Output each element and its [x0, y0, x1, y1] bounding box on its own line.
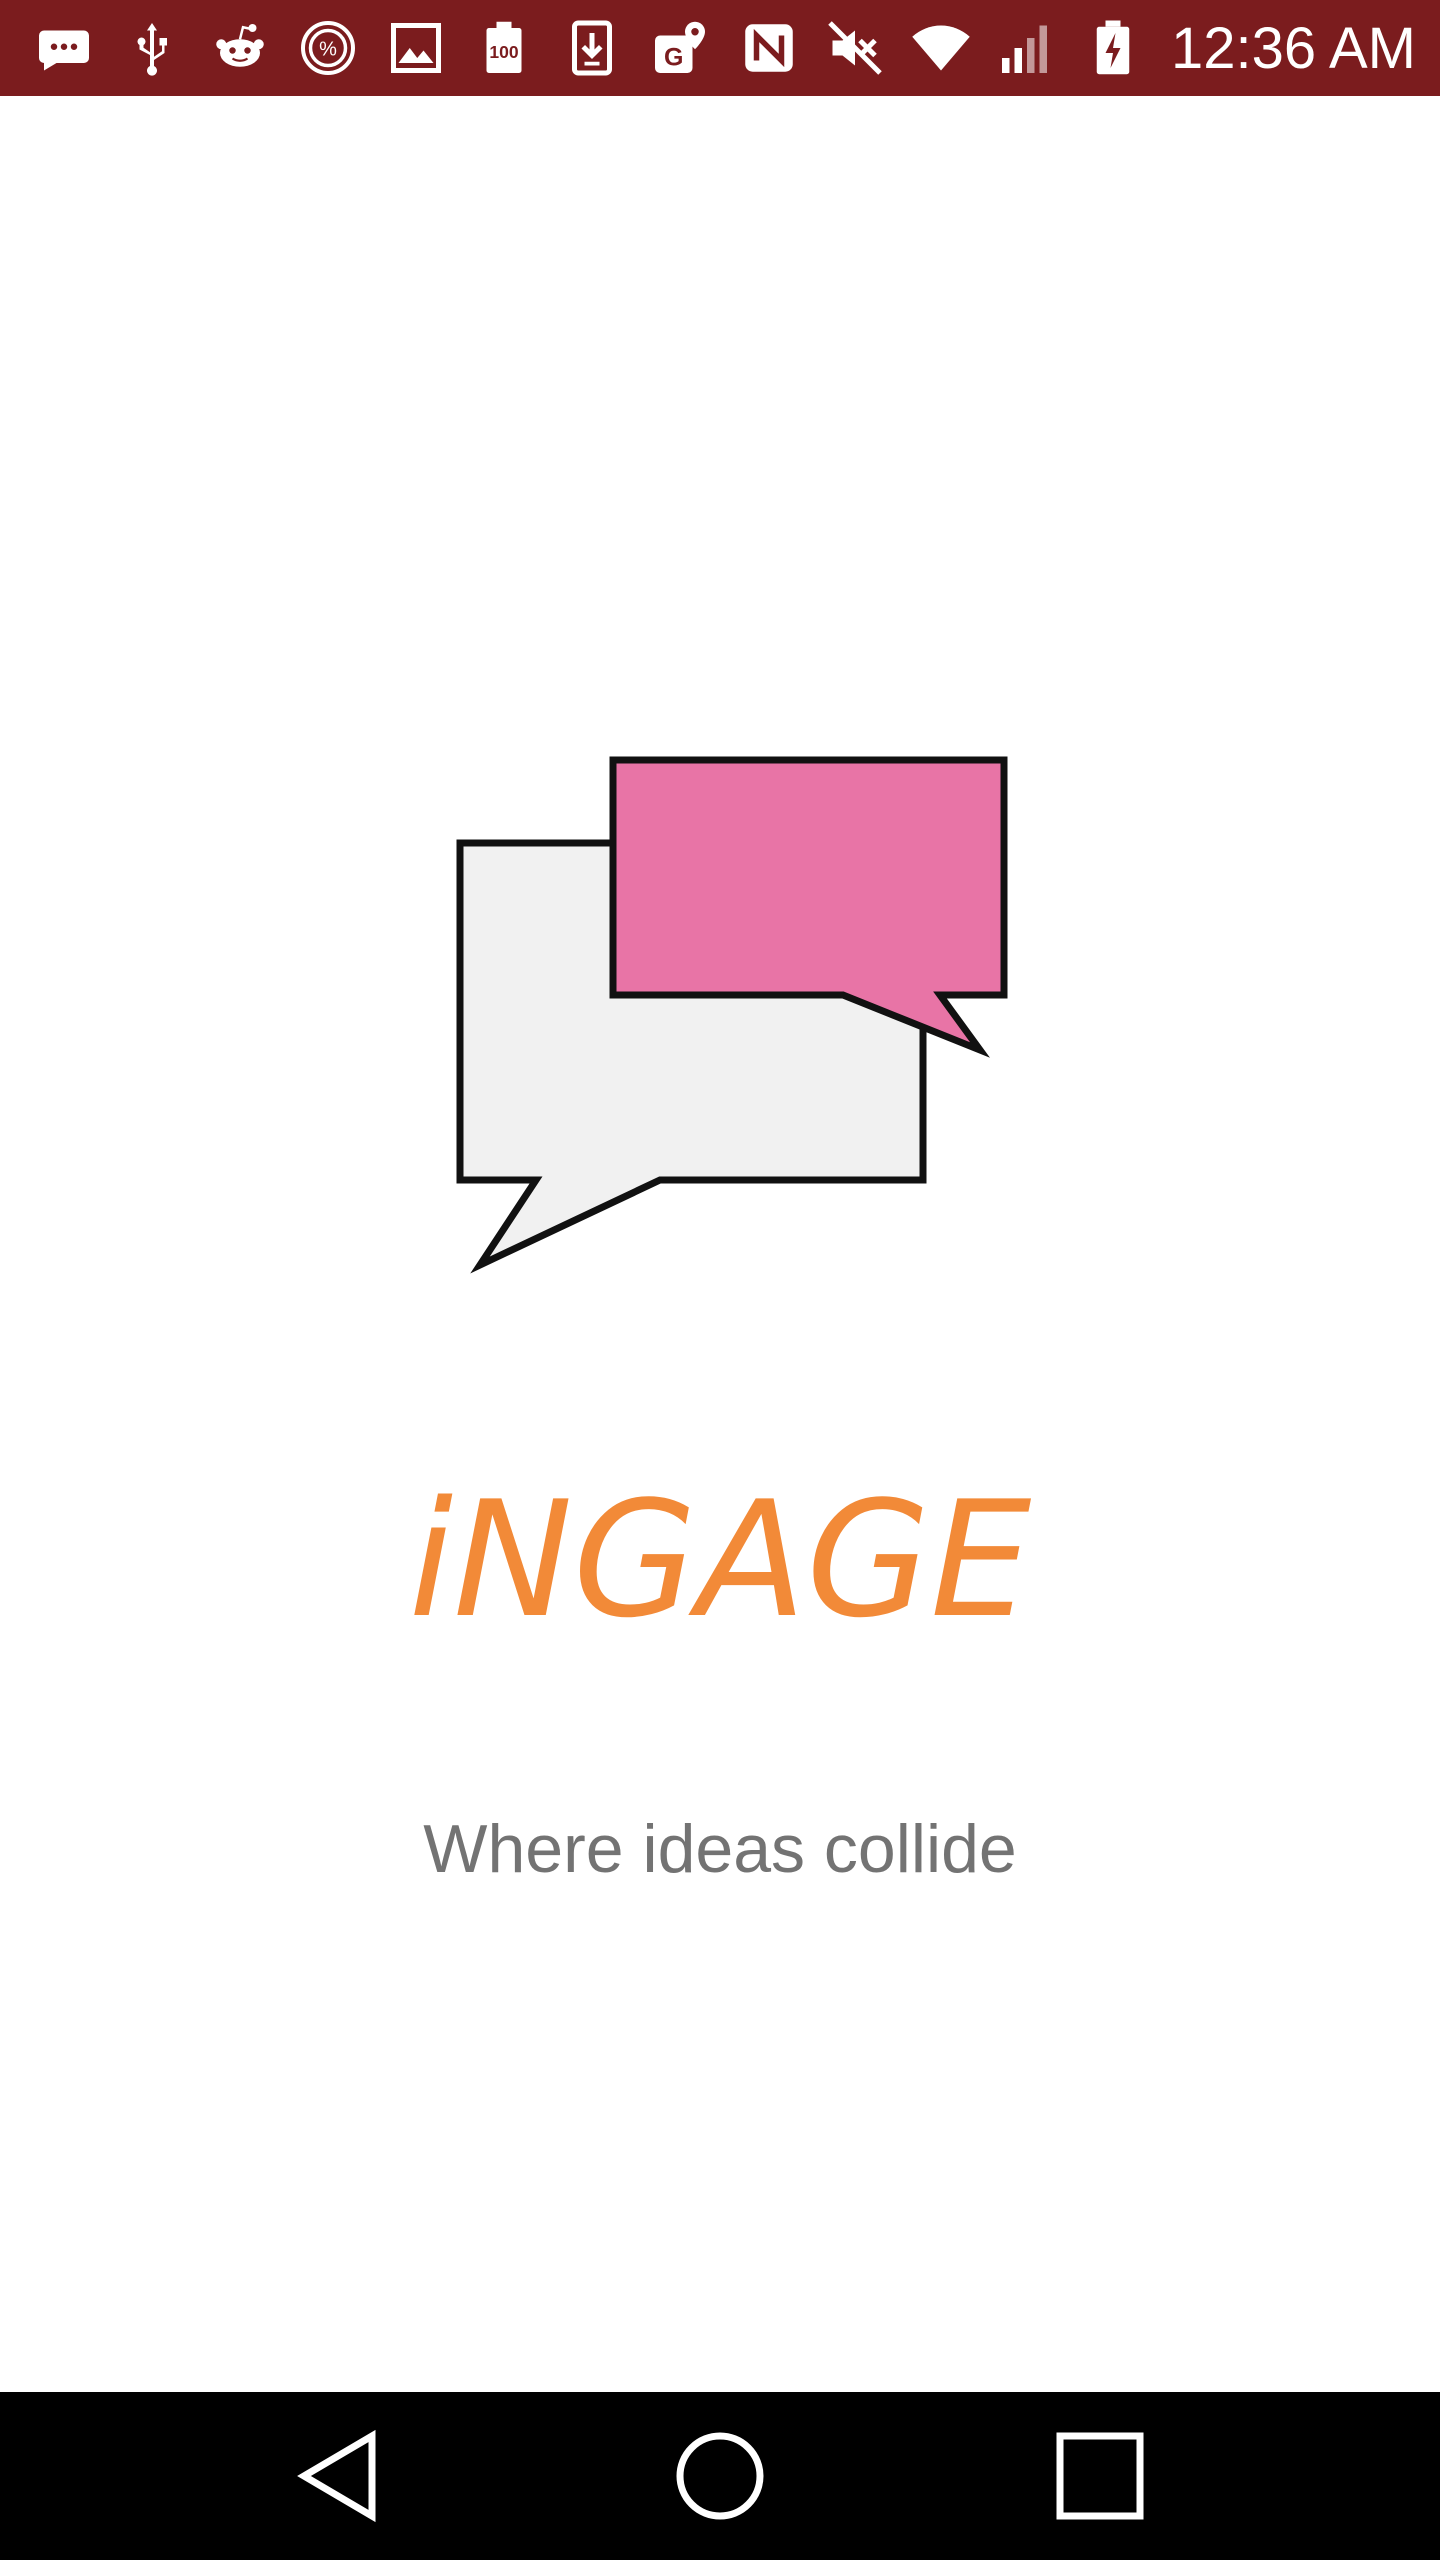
app-title: iNGAGE: [408, 1466, 1032, 1653]
back-button[interactable]: [285, 2426, 395, 2526]
percent-circle-icon: %: [296, 16, 360, 80]
svg-text:%: %: [319, 39, 337, 61]
image-icon: [384, 16, 448, 80]
battery-charging-icon: [1081, 16, 1145, 80]
home-button[interactable]: [665, 2426, 775, 2526]
wifi-icon: [909, 16, 973, 80]
navigation-bar: [0, 2392, 1440, 2560]
nfc-icon: [737, 16, 801, 80]
notification-icons: % 100 G: [32, 16, 737, 80]
tagline: Where ideas collide: [423, 1811, 1017, 1887]
battery-100-icon: 100: [472, 16, 536, 80]
maps-icon: G: [648, 16, 712, 80]
usb-icon: [120, 16, 184, 80]
recents-icon: [1056, 2432, 1144, 2520]
download-icon: [560, 16, 624, 80]
svg-text:G: G: [664, 44, 683, 72]
chat-bubbles-icon: [450, 750, 1020, 1280]
signal-icon: [995, 16, 1059, 80]
status-bar: % 100 G 12:36 AM: [0, 0, 1440, 96]
svg-text:100: 100: [489, 42, 518, 62]
reddit-icon: [208, 16, 272, 80]
mute-icon: [823, 16, 887, 80]
status-time: 12:36 AM: [1170, 15, 1416, 81]
system-icons: 12:36 AM: [737, 15, 1416, 82]
message-dots-icon: [32, 16, 96, 80]
home-icon: [676, 2432, 764, 2520]
back-icon: [297, 2429, 376, 2523]
recents-button[interactable]: [1045, 2426, 1155, 2526]
splash-screen: % 100 G 12:36 AM iNGAGE Where ideas coll…: [0, 0, 1440, 2560]
